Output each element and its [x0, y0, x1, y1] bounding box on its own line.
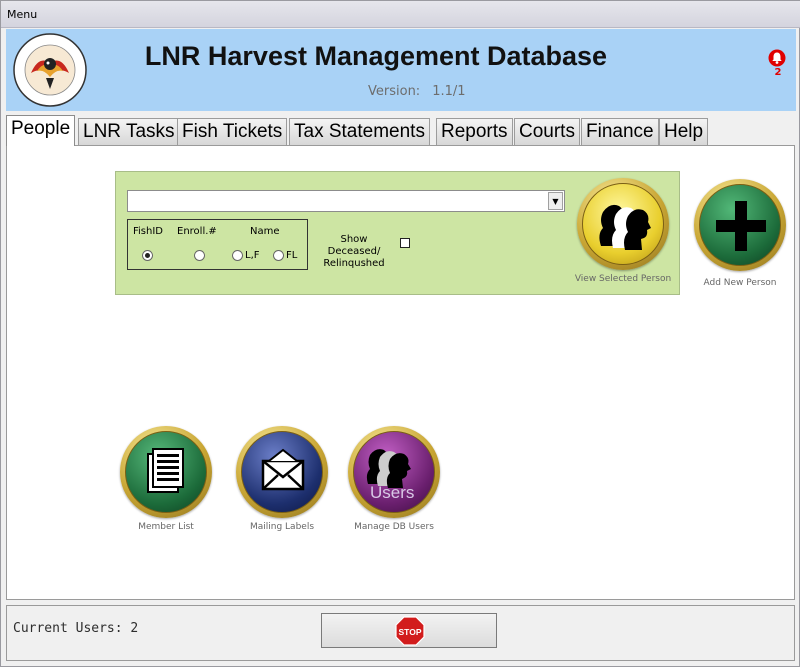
name-lf-radio[interactable] [232, 250, 243, 261]
member-list-button[interactable] [120, 426, 212, 518]
alert-indicator[interactable]: 2 [768, 49, 788, 78]
add-new-person-button[interactable] [694, 179, 786, 271]
tab-people[interactable]: People [6, 115, 76, 146]
tab-tax-statements[interactable]: Tax Statements [289, 118, 430, 145]
dropdown-arrow-icon[interactable]: ▼ [548, 192, 563, 210]
lummi-nation-logo [11, 31, 89, 109]
status-footer: Current Users: 2 STOP [6, 605, 795, 661]
stop-sign-text: STOP [399, 627, 422, 637]
version-label: Version: [368, 84, 421, 99]
tab-fish-tickets[interactable]: Fish Tickets [177, 118, 288, 145]
tab-finance[interactable]: Finance [581, 118, 659, 145]
mailing-labels-caption: Mailing Labels [249, 522, 315, 532]
search-option-group: FishID Enroll.# Name L,F FL [127, 219, 308, 270]
view-selected-person-button[interactable] [577, 178, 669, 270]
stop-sign-icon: STOP [395, 616, 425, 646]
enroll-radio[interactable] [194, 250, 205, 261]
tab-help[interactable]: Help [659, 118, 709, 145]
person-select[interactable]: ▼ [127, 190, 565, 212]
current-users-count: 2 [130, 621, 139, 636]
app-header: LNR Harvest Management Database Version:… [6, 29, 796, 111]
manage-db-users-caption: Manage DB Users [354, 522, 434, 532]
current-users-label: Current Users: [13, 621, 123, 636]
tab-lnr-tasks[interactable]: LNR Tasks [78, 118, 180, 145]
mailing-labels-button[interactable] [236, 426, 328, 518]
version-row: Version: 1.1/1 [368, 84, 466, 99]
show-deceased-checkbox[interactable] [400, 238, 410, 248]
manage-db-users-button[interactable]: Users [348, 426, 440, 518]
fishid-option-label: FishID [133, 226, 163, 237]
plus-icon [716, 201, 766, 251]
tab-strip: People LNR Tasks Fish Tickets Tax Statem… [6, 115, 796, 146]
enroll-option-label: Enroll.# [177, 226, 217, 237]
tab-reports[interactable]: Reports [436, 118, 513, 145]
app-window: Menu LNR Harvest Management Database Ver… [0, 0, 800, 667]
exit-button[interactable]: STOP [321, 613, 497, 648]
menu-item[interactable]: Menu [7, 8, 37, 21]
document-stack-icon [147, 448, 184, 493]
member-list-caption: Member List [138, 522, 194, 532]
tab-courts[interactable]: Courts [514, 118, 580, 145]
envelope-icon [261, 448, 305, 491]
version-value: 1.1/1 [432, 84, 466, 99]
name-fl-label: FL [286, 250, 298, 261]
fishid-radio[interactable] [142, 250, 153, 261]
alert-count: 2 [774, 67, 782, 78]
name-lf-label: L,F [245, 250, 260, 261]
add-new-person-caption: Add New Person [703, 278, 777, 288]
menu-bar: Menu [1, 1, 800, 28]
people-silhouette-icon [599, 204, 651, 250]
bell-icon [768, 49, 786, 67]
show-deceased-label: Show Deceased/ Relinqushed [323, 234, 385, 269]
view-selected-person-caption: View Selected Person [574, 274, 672, 284]
name-option-label: Name [250, 226, 280, 237]
users-overlay-text: Users [370, 483, 415, 502]
current-users-status: Current Users: 2 [13, 621, 138, 636]
people-tab-content: ▼ FishID Enroll.# Name L,F FL Show Decea… [6, 145, 795, 600]
app-title: LNR Harvest Management Database [144, 41, 608, 71]
name-fl-radio[interactable] [273, 250, 284, 261]
